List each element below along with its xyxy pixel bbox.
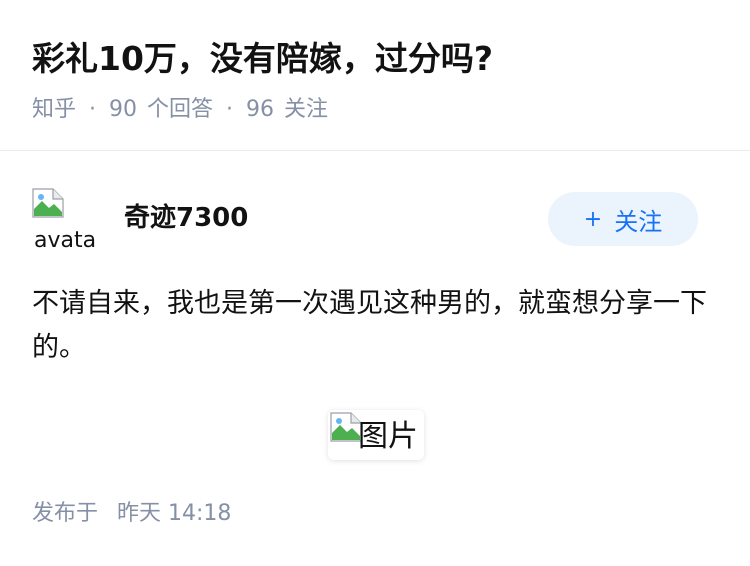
answers-label: 个回答 xyxy=(147,97,214,122)
follow-button[interactable]: + 关注 xyxy=(548,192,698,246)
image-alt-text: 图片 xyxy=(358,419,418,454)
broken-image-icon xyxy=(32,188,64,218)
question-header: 彩礼10万，没有陪嫁，过分吗? 知乎 · 90 个回答 · 96 关注 xyxy=(0,0,750,151)
published-label: 发布于 xyxy=(32,501,99,526)
plus-icon: + xyxy=(583,206,603,232)
avatar[interactable]: avatar xyxy=(32,188,98,254)
avatar-alt-text: avatar xyxy=(34,228,98,253)
follow-label: 关注 xyxy=(614,207,663,236)
answer-text[interactable]: 不请自来，我也是第一次遇见这种男的，就蛮想分享一下的。 xyxy=(32,282,712,370)
answer-card: avatar 奇迹7300 + 关注 不请自来，我也是第一次遇见这种男的，就蛮想… xyxy=(0,152,750,566)
answers-count: 90 xyxy=(109,97,138,122)
followers-count: 96 xyxy=(246,97,275,122)
published-time: 昨天 14:18 xyxy=(117,501,232,526)
author-name[interactable]: 奇迹7300 xyxy=(124,200,248,236)
publish-time: 发布于 昨天 14:18 xyxy=(32,498,231,530)
page: 彩礼10万，没有陪嫁，过分吗? 知乎 · 90 个回答 · 96 关注 avat… xyxy=(0,0,750,566)
followers-label: 关注 xyxy=(284,97,329,122)
question-title[interactable]: 彩礼10万，没有陪嫁，过分吗? xyxy=(32,36,493,82)
meta-separator: · xyxy=(226,97,234,122)
question-meta: 知乎 · 90 个回答 · 96 关注 xyxy=(32,94,328,126)
answer-image[interactable]: 图片 xyxy=(328,410,424,460)
meta-separator: · xyxy=(89,97,97,122)
source-label[interactable]: 知乎 xyxy=(32,94,76,126)
